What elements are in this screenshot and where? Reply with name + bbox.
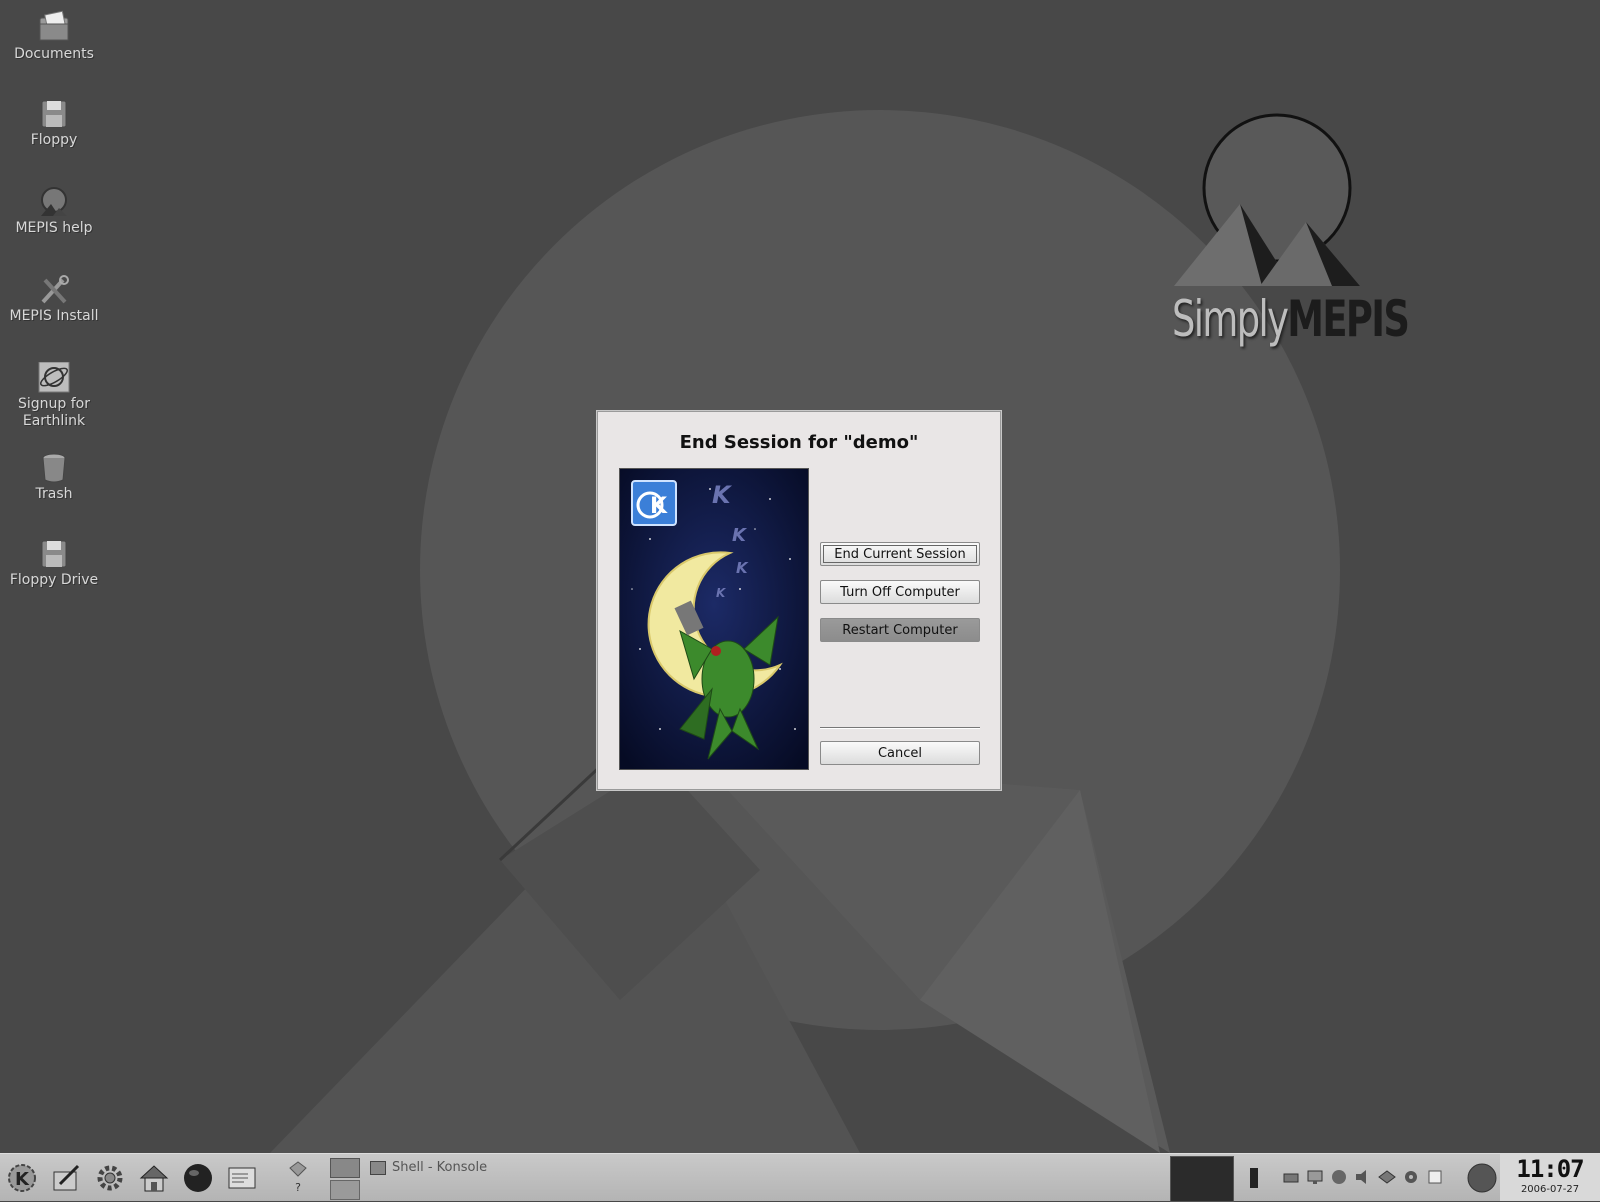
klipper-icon[interactable] xyxy=(1378,1168,1396,1186)
clock-time: 11:07 xyxy=(1516,1155,1584,1183)
end-current-session-button[interactable]: End Current Session xyxy=(820,542,980,566)
mail-icon[interactable] xyxy=(226,1162,258,1194)
svg-text:K: K xyxy=(15,1169,30,1190)
svg-text:K: K xyxy=(732,525,748,546)
clock[interactable]: 11:07 2006-07-27 xyxy=(1500,1154,1600,1201)
desktop-icon-floppy[interactable]: Floppy xyxy=(4,98,104,149)
desktop-icon-trash[interactable]: Trash xyxy=(4,452,104,503)
restart-computer-button[interactable]: Restart Computer xyxy=(820,618,980,642)
editor-icon[interactable] xyxy=(50,1162,82,1194)
help-launcher[interactable]: ? xyxy=(286,1160,310,1194)
konsole-icon xyxy=(370,1160,386,1175)
turn-off-computer-button[interactable]: Turn Off Computer xyxy=(820,580,980,604)
desktop-icon-mepis-install[interactable]: MEPIS Install xyxy=(4,274,104,325)
settings-gear-icon[interactable] xyxy=(94,1162,126,1194)
package-icon[interactable] xyxy=(1330,1168,1348,1186)
taskbar-panel: K ? Shell - Konsole 11:07 2006-07-27 xyxy=(0,1153,1600,1202)
desktop-pager[interactable] xyxy=(330,1158,360,1200)
volume-level-indicator[interactable] xyxy=(1250,1168,1258,1188)
task-label: Shell - Konsole xyxy=(392,1160,488,1175)
install-tools-icon xyxy=(41,275,69,304)
help-label: ? xyxy=(295,1181,301,1194)
desktop-icon-label: Trash xyxy=(35,486,73,502)
svg-text:K: K xyxy=(736,559,749,577)
pager-desktop-1[interactable] xyxy=(330,1158,360,1178)
logo-mepis-text: MEPIS xyxy=(1287,290,1410,348)
desktop-icon-floppy-drive[interactable]: Floppy Drive xyxy=(4,538,104,589)
desktop-preview-thumbnail[interactable] xyxy=(1170,1156,1234,1202)
svg-text:K: K xyxy=(712,481,733,509)
desktop-icon-label: Signup for Earthlink xyxy=(18,396,90,429)
svg-text:K: K xyxy=(650,494,668,519)
desktop-icon-label: MEPIS Install xyxy=(9,308,99,324)
network-icon[interactable] xyxy=(1282,1168,1300,1186)
trash-icon xyxy=(42,453,66,483)
desktop-icon-mepis-help[interactable]: MEPIS help xyxy=(4,186,104,237)
clock-date: 2006-07-27 xyxy=(1520,1184,1580,1195)
dialog-title: End Session for "demo" xyxy=(679,432,919,453)
display-icon[interactable] xyxy=(1306,1168,1324,1186)
taskbar-task-konsole[interactable]: Shell - Konsole xyxy=(370,1158,550,1178)
desktop-icon-documents[interactable]: Documents xyxy=(4,10,104,63)
status-circle-icon[interactable] xyxy=(1466,1162,1498,1194)
pager-desktop-2[interactable] xyxy=(330,1180,360,1200)
documents-folder-icon xyxy=(39,10,69,41)
kde-menu-icon[interactable]: K xyxy=(6,1162,38,1194)
help-icon xyxy=(41,187,67,216)
browser-globe-icon[interactable] xyxy=(182,1162,214,1194)
lifebuoy-help-icon xyxy=(289,1161,307,1177)
floppy-drive-icon xyxy=(41,540,67,568)
notes-icon[interactable] xyxy=(1426,1168,1444,1186)
floppy-icon xyxy=(41,100,67,128)
logo-simply-text: Simply xyxy=(1172,290,1289,348)
desktop-icon-label: MEPIS help xyxy=(15,220,93,236)
desktop-icon-earthlink[interactable]: Signup for Earthlink xyxy=(4,362,104,430)
desktop-icon-label: Documents xyxy=(14,46,94,62)
home-icon[interactable] xyxy=(138,1162,170,1194)
mepis-logo-text: SimplyMEPIS xyxy=(1172,290,1410,348)
end-session-dialog: End Session for "demo" K K K K K End Cur… xyxy=(597,411,1001,790)
earthlink-icon xyxy=(38,362,70,393)
cancel-button[interactable]: Cancel xyxy=(820,741,980,765)
desktop-icon-label: Floppy xyxy=(30,132,78,148)
dialog-separator xyxy=(820,727,980,729)
speaker-icon[interactable] xyxy=(1354,1168,1372,1186)
kde-konqi-moon-image: K K K K K xyxy=(619,468,809,770)
kmix-icon[interactable] xyxy=(1402,1168,1420,1186)
desktop-icon-label: Floppy Drive xyxy=(9,572,99,588)
